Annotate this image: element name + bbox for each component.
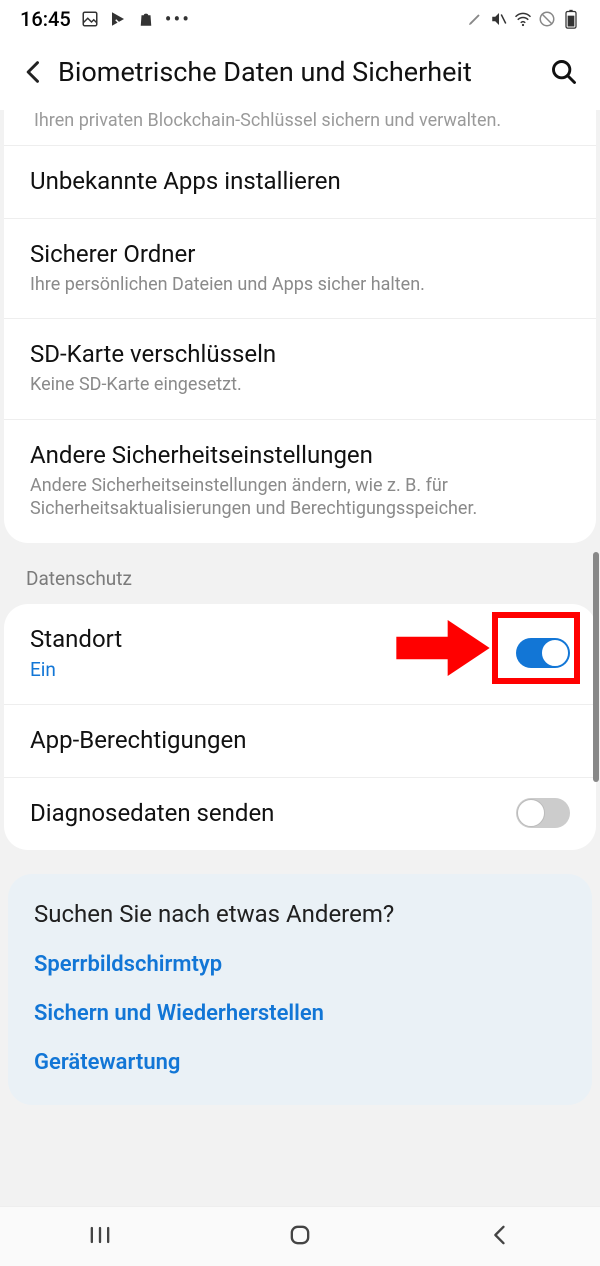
wifi-icon [514, 10, 532, 28]
play-store-icon [109, 10, 127, 28]
annotation-arrow-icon [396, 620, 490, 676]
setting-status: Ein [30, 654, 122, 683]
suggestion-title: Suchen Sie nach etwas Anderem? [34, 900, 566, 928]
bag-icon [137, 10, 155, 28]
setting-encrypt-sd[interactable]: SD-Karte verschlüsseln Keine SD-Karte ei… [4, 318, 596, 418]
back-button[interactable] [18, 58, 50, 86]
image-icon [81, 10, 99, 28]
search-button[interactable] [546, 58, 582, 86]
setting-app-permissions[interactable]: App-Berechtigungen [4, 704, 596, 777]
more-icon: ••• [165, 7, 191, 31]
setting-subtitle: Andere Sicherheitseinstellungen ändern, … [30, 470, 570, 521]
truncated-description: Ihren privaten Blockchain-Schlüssel sich… [8, 110, 592, 145]
page-title: Biometrische Daten und Sicherheit [50, 56, 546, 88]
navigation-bar [0, 1206, 600, 1266]
diagnostics-toggle[interactable] [516, 798, 570, 828]
annotation-highlight-box [492, 612, 580, 684]
setting-send-diagnostics[interactable]: Diagnosedaten senden [4, 777, 596, 850]
nav-back-button[interactable] [486, 1221, 514, 1253]
setting-install-unknown-apps[interactable]: Unbekannte Apps installieren [4, 145, 596, 218]
home-button[interactable] [286, 1221, 314, 1253]
setting-title: Standort [30, 624, 122, 654]
setting-title: Unbekannte Apps installieren [30, 166, 570, 196]
setting-subtitle: Ihre persönlichen Dateien und Apps siche… [30, 269, 570, 296]
suggestion-card: Suchen Sie nach etwas Anderem? Sperrbild… [8, 874, 592, 1105]
mute-icon [490, 10, 508, 28]
setting-title: Sicherer Ordner [30, 239, 570, 269]
scroll-indicator[interactable] [593, 552, 599, 782]
setting-title: SD-Karte verschlüsseln [30, 339, 570, 369]
battery-icon [562, 10, 580, 28]
status-time: 16:45 [20, 7, 71, 31]
recents-button[interactable] [86, 1221, 114, 1253]
status-bar: 16:45 ••• [0, 0, 600, 38]
setting-secure-folder[interactable]: Sicherer Ordner Ihre persönlichen Dateie… [4, 218, 596, 318]
setting-other-security[interactable]: Andere Sicherheitseinstellungen Andere S… [4, 419, 596, 543]
setting-location[interactable]: Standort Ein [4, 604, 596, 705]
setting-title: Andere Sicherheitseinstellungen [30, 440, 570, 470]
setting-subtitle: Keine SD-Karte eingesetzt. [30, 369, 570, 396]
no-sim-icon [538, 10, 556, 28]
setting-title: App-Berechtigungen [30, 725, 570, 755]
section-label-privacy: Datenschutz [0, 543, 600, 604]
suggestion-link-backup[interactable]: Sichern und Wiederherstellen [34, 977, 566, 1026]
edit-icon [466, 10, 484, 28]
page-header: Biometrische Daten und Sicherheit [0, 38, 600, 110]
suggestion-link-device-care[interactable]: Gerätewartung [34, 1026, 566, 1075]
setting-title: Diagnosedaten senden [30, 798, 274, 828]
suggestion-link-lockscreen[interactable]: Sperrbildschirmtyp [34, 928, 566, 977]
